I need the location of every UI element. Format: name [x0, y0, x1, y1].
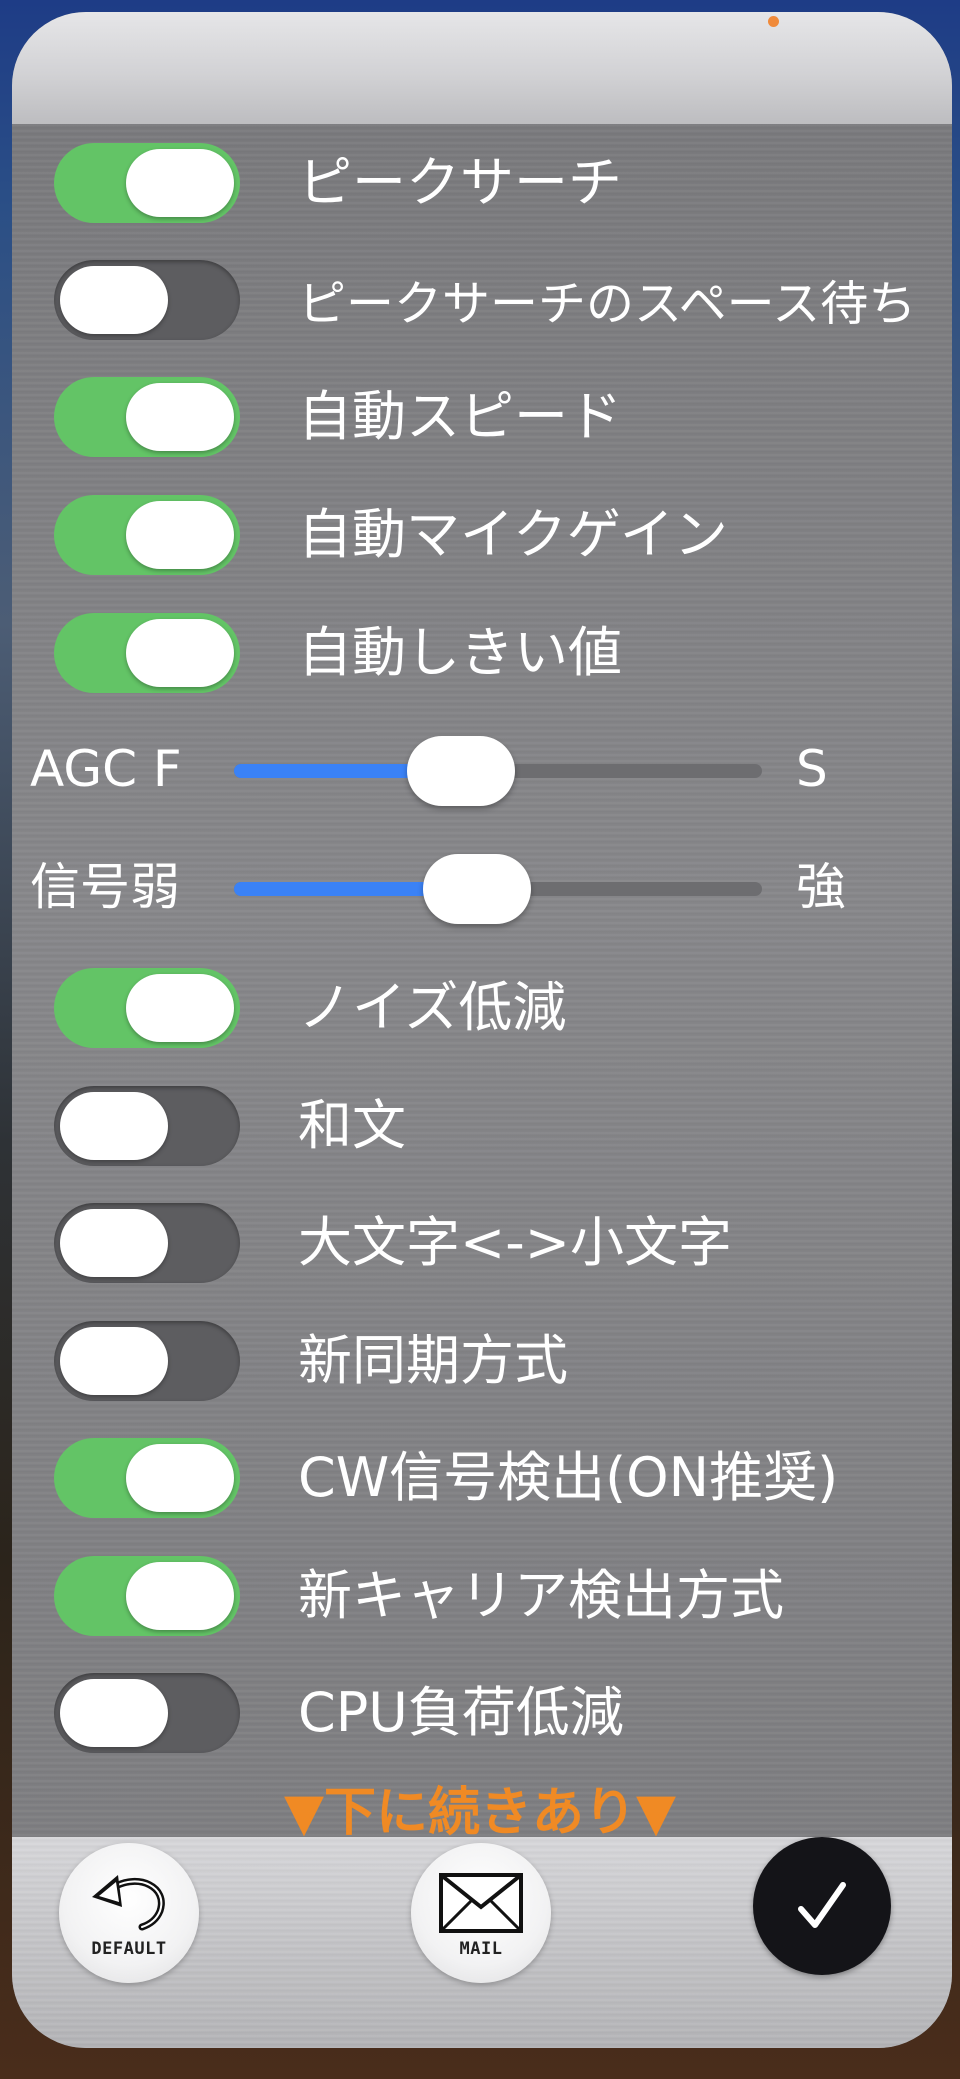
setting-row-new-carrier-detect: 新キャリア検出方式 — [0, 1541, 960, 1651]
toggle-knob — [60, 1092, 168, 1160]
peak-search-space-wait-label: ピークサーチのスペース待ち — [298, 276, 917, 332]
wabun-toggle[interactable] — [54, 1086, 240, 1166]
setting-row-case-toggle: 大文字<->小文字 — [0, 1188, 960, 1298]
setting-row-auto-mic-gain: 自動マイクゲイン — [0, 480, 960, 590]
setting-row-cpu-load: CPU負荷低減 — [0, 1658, 960, 1768]
checkmark-icon — [798, 1882, 846, 1928]
setting-row-auto-speed: 自動スピード — [0, 362, 960, 472]
cpu-load-label: CPU負荷低減 — [298, 1681, 624, 1744]
auto-speed-label: 自動スピード — [298, 385, 622, 448]
setting-row-new-sync: 新同期方式 — [0, 1306, 960, 1416]
toggle-knob — [126, 501, 234, 569]
auto-speed-toggle[interactable] — [54, 377, 240, 457]
auto-threshold-toggle[interactable] — [54, 613, 240, 693]
peak-search-toggle[interactable] — [54, 143, 240, 223]
peak-search-space-wait-toggle[interactable] — [54, 260, 240, 340]
case-toggle[interactable] — [54, 1203, 240, 1283]
agc-slider-thumb[interactable] — [407, 736, 515, 806]
noise-reduction-label: ノイズ低減 — [298, 976, 567, 1039]
toggle-knob — [126, 383, 234, 451]
auto-mic-gain-label: 自動マイクゲイン — [298, 503, 728, 566]
toggle-knob — [60, 1327, 168, 1395]
toggle-knob — [126, 1562, 234, 1630]
cw-detect-toggle[interactable] — [54, 1438, 240, 1518]
new-carrier-detect-toggle[interactable] — [54, 1556, 240, 1636]
confirm-button[interactable] — [753, 1837, 891, 1975]
undo-arrow-icon — [92, 1875, 165, 1931]
signal-slider-thumb[interactable] — [423, 854, 531, 924]
toggle-knob — [126, 1444, 234, 1512]
toggle-knob — [126, 149, 234, 217]
agc-slider-max-label: S — [796, 740, 828, 798]
toggle-knob — [60, 266, 168, 334]
envelope-icon — [439, 1873, 523, 1933]
setting-row-auto-threshold: 自動しきい値 — [0, 598, 960, 708]
signal-slider-row: 信号弱 強 — [0, 838, 960, 938]
auto-mic-gain-toggle[interactable] — [54, 495, 240, 575]
case-label: 大文字<->小文字 — [298, 1211, 732, 1274]
cw-detect-label: CW信号検出(ON推奨) — [298, 1446, 839, 1509]
noise-reduction-toggle[interactable] — [54, 968, 240, 1048]
auto-threshold-label: 自動しきい値 — [298, 621, 622, 684]
agc-slider-min-label: AGC F — [30, 740, 182, 798]
setting-row-wabun: 和文 — [0, 1071, 960, 1181]
mail-button-label: MAIL — [459, 1939, 503, 1959]
top-bar — [12, 12, 952, 124]
new-carrier-detect-label: 新キャリア検出方式 — [298, 1564, 784, 1627]
toggle-knob — [126, 974, 234, 1042]
agc-slider-row: AGC F S — [0, 720, 960, 820]
mail-button[interactable]: MAIL — [411, 1843, 551, 1983]
wabun-label: 和文 — [298, 1094, 406, 1157]
setting-row-noise-reduction: ノイズ低減 — [0, 953, 960, 1063]
signal-slider-min-label: 信号弱 — [30, 858, 180, 916]
default-button[interactable]: DEFAULT — [59, 1843, 199, 1983]
peak-search-label: ピークサーチ — [298, 151, 622, 214]
setting-row-cw-detect: CW信号検出(ON推奨) — [0, 1423, 960, 1533]
new-sync-toggle[interactable] — [54, 1321, 240, 1401]
signal-slider-max-label: 強 — [796, 858, 846, 916]
new-sync-label: 新同期方式 — [298, 1329, 568, 1392]
toggle-knob — [60, 1209, 168, 1277]
toggle-knob — [126, 619, 234, 687]
cpu-load-toggle[interactable] — [54, 1673, 240, 1753]
status-indicator-dot — [768, 16, 779, 27]
toggle-knob — [60, 1679, 168, 1747]
setting-row-peak-search: ピークサーチ — [0, 128, 960, 238]
setting-row-peak-search-space-wait: ピークサーチのスペース待ち — [0, 245, 960, 355]
default-button-label: DEFAULT — [91, 1939, 167, 1959]
